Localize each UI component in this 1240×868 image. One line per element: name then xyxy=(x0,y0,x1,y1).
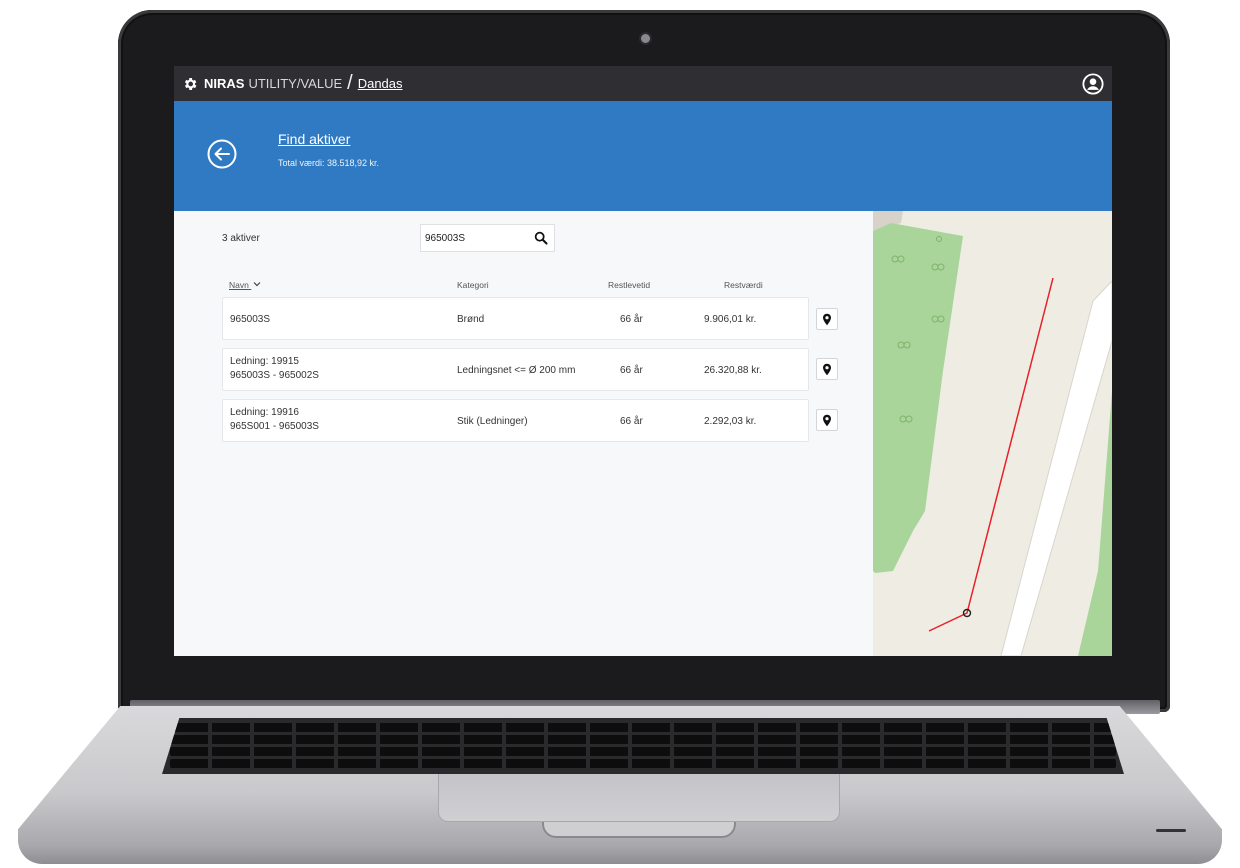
camera xyxy=(641,34,650,43)
show-on-map-button[interactable] xyxy=(816,409,838,431)
asset-name: Ledning: 19915 xyxy=(230,356,299,367)
column-header-navn[interactable]: Navn xyxy=(229,280,261,290)
asset-remaining-value: 26.320,88 kr. xyxy=(704,365,762,376)
asset-category: Brønd xyxy=(457,314,485,325)
column-header-kategori: Kategori xyxy=(457,280,489,290)
breadcrumb-separator: / xyxy=(347,72,353,94)
asset-name: Ledning: 19916 xyxy=(230,407,299,418)
lid-notch xyxy=(542,822,736,838)
gear-icon xyxy=(184,77,197,90)
table-row[interactable]: Ledning: 19916 965S001 - 965003S Stik (L… xyxy=(222,399,809,442)
column-header-restvaerdi: Restværdi xyxy=(724,280,763,290)
status-light xyxy=(1156,829,1186,832)
top-bar: NIRAS UTILITY/VALUE / Dandas xyxy=(174,66,1112,101)
asset-node-range: 965S001 - 965003S xyxy=(230,421,319,432)
table-row[interactable]: 965003S Brønd 66 år 9.906,01 kr. xyxy=(222,297,809,340)
page-header: Find aktiver Total værdi: 38.518,92 kr. xyxy=(174,101,1112,211)
map-pin-icon xyxy=(823,313,831,325)
asset-category: Stik (Ledninger) xyxy=(457,416,528,427)
results-count: 3 aktiver xyxy=(222,233,260,244)
search-input[interactable] xyxy=(421,225,527,251)
asset-category: Ledningsnet <= Ø 200 mm xyxy=(457,365,576,376)
total-value: Total værdi: 38.518,92 kr. xyxy=(278,158,380,168)
trackpad xyxy=(438,774,840,822)
table-row[interactable]: Ledning: 19915 965003S - 965002S Ledning… xyxy=(222,348,809,391)
show-on-map-button[interactable] xyxy=(816,358,838,380)
asset-remaining-life: 66 år xyxy=(620,365,643,376)
map-view[interactable] xyxy=(873,211,1112,656)
map-pin-icon xyxy=(823,363,831,375)
keyboard xyxy=(162,718,1124,774)
show-on-map-button[interactable] xyxy=(816,308,838,330)
search-box xyxy=(420,224,555,252)
user-account-icon[interactable] xyxy=(1082,73,1104,95)
column-header-label: Navn xyxy=(229,280,249,290)
page-title[interactable]: Find aktiver xyxy=(278,131,350,147)
product-name: UTILITY/VALUE xyxy=(248,76,343,91)
search-icon xyxy=(534,231,548,245)
search-button[interactable] xyxy=(527,225,554,251)
asset-remaining-life: 66 år xyxy=(620,416,643,427)
map-pin-icon xyxy=(823,414,831,426)
asset-name: 965003S xyxy=(230,314,271,325)
column-header-restlevetid: Restlevetid xyxy=(608,280,651,290)
asset-remaining-value: 9.906,01 kr. xyxy=(704,314,757,325)
asset-node-range: 965003S - 965002S xyxy=(230,370,319,381)
breadcrumb-link[interactable]: Dandas xyxy=(358,76,403,91)
chevron-down-icon xyxy=(253,282,261,287)
back-arrow-icon[interactable] xyxy=(206,138,238,170)
brand-name: NIRAS xyxy=(204,76,245,91)
asset-remaining-life: 66 år xyxy=(620,314,643,325)
screen: NIRAS UTILITY/VALUE / Dandas Find aktive… xyxy=(174,66,1112,656)
asset-remaining-value: 2.292,03 kr. xyxy=(704,416,757,427)
